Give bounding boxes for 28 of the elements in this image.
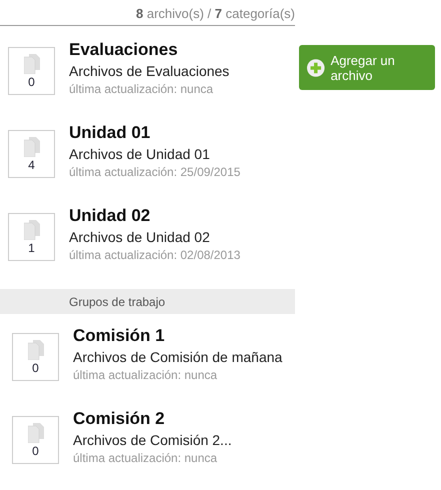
category-description: Archivos de Evaluaciones (69, 63, 230, 79)
category-description: Archivos de Unidad 01 (69, 146, 211, 162)
section-title: Grupos de trabajo (69, 294, 166, 308)
category-title[interactable]: Comisión 2 (73, 409, 232, 429)
last-update: última actualización: 02/08/2013 (69, 248, 240, 262)
category-description: Archivos de Unidad 02 (69, 229, 211, 245)
last-update: última actualización: 25/09/2015 (69, 165, 240, 179)
file-count: 0 (32, 445, 39, 457)
files-icon (24, 54, 40, 74)
files-icon (24, 220, 40, 240)
plus-icon (307, 58, 325, 78)
category-title[interactable]: Comisión 1 (73, 326, 282, 346)
last-update: última actualización: nunca (69, 82, 214, 96)
file-summary: 8 archivo(s) / 7 categoría(s) (0, 0, 295, 26)
category-title[interactable]: Unidad 02 (69, 206, 240, 226)
files-icon (28, 340, 44, 360)
category-title[interactable]: Unidad 01 (69, 123, 240, 143)
file-count: 1 (28, 242, 35, 254)
file-count: 0 (32, 362, 39, 374)
last-update: última actualización: nunca (73, 368, 218, 382)
files-icon (28, 423, 44, 443)
file-count: 0 (28, 76, 35, 88)
category-description: Archivos de Comisión 2... (73, 432, 232, 448)
file-count: 4 (28, 159, 35, 171)
last-update: última actualización: nunca (73, 451, 218, 465)
category-title[interactable]: Evaluaciones (69, 40, 230, 60)
files-icon (24, 137, 40, 157)
category-description: Archivos de Comisión de mañana (73, 349, 282, 365)
